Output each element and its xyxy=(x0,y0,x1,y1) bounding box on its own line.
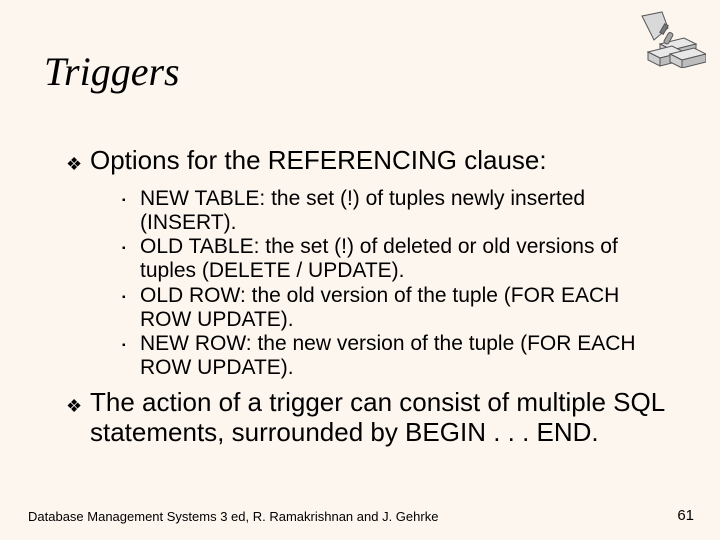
list-item-text: NEW ROW: the new version of the tuple (F… xyxy=(140,332,672,380)
list-item-text: The action of a trigger can consist of m… xyxy=(90,388,672,448)
slide-body: ❖ Options for the REFERENCING clause: ▪ … xyxy=(66,140,672,456)
page-number: 61 xyxy=(677,507,694,524)
square-bullet-icon: ▪ xyxy=(122,284,140,310)
diamond-bullet-icon: ❖ xyxy=(66,146,90,179)
list-item: ▪ NEW ROW: the new version of the tuple … xyxy=(122,332,672,380)
list-item-text: OLD ROW: the old version of the tuple (F… xyxy=(140,284,672,332)
square-bullet-icon: ▪ xyxy=(122,332,140,358)
diamond-bullet-icon: ❖ xyxy=(66,388,90,421)
square-bullet-icon: ▪ xyxy=(122,235,140,261)
square-bullet-icon: ▪ xyxy=(122,187,140,213)
slide: Triggers ❖ Options for the REFERENCING c… xyxy=(0,0,720,540)
list-item: ❖ The action of a trigger can consist of… xyxy=(66,388,672,448)
bricks-trowel-icon xyxy=(634,10,706,68)
footer-text: Database Management Systems 3 ed, R. Ram… xyxy=(28,509,438,524)
slide-title: Triggers xyxy=(44,48,180,95)
list-item: ▪ OLD ROW: the old version of the tuple … xyxy=(122,284,672,332)
list-item: ▪ NEW TABLE: the set (!) of tuples newly… xyxy=(122,187,672,235)
list-item-text: OLD TABLE: the set (!) of deleted or old… xyxy=(140,235,672,283)
list-item: ❖ Options for the REFERENCING clause: xyxy=(66,146,672,179)
list-item: ▪ OLD TABLE: the set (!) of deleted or o… xyxy=(122,235,672,283)
sub-list: ▪ NEW TABLE: the set (!) of tuples newly… xyxy=(122,187,672,380)
list-item-text: Options for the REFERENCING clause: xyxy=(90,146,547,176)
list-item-text: NEW TABLE: the set (!) of tuples newly i… xyxy=(140,187,672,235)
